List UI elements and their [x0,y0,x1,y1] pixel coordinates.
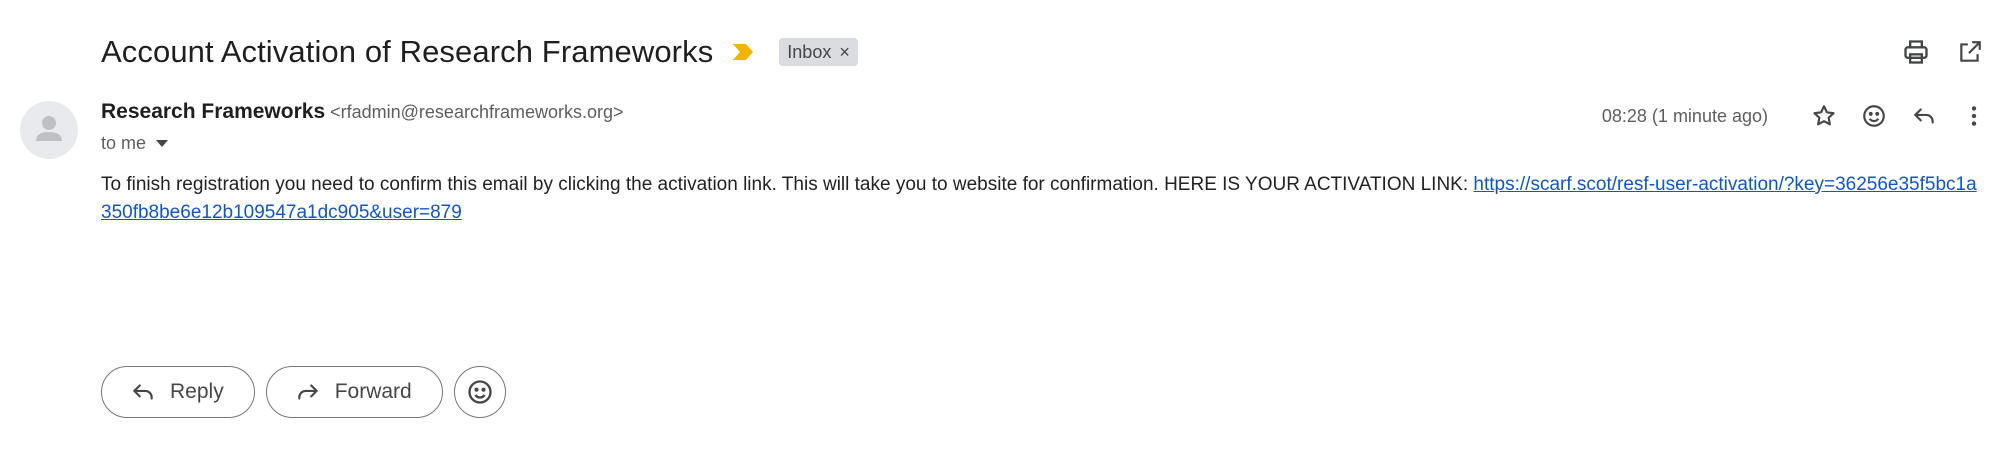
importance-marker-icon[interactable] [731,41,757,63]
reply-icon [133,384,153,400]
sender-email: <rfadmin@researchframeworks.org> [330,102,624,122]
label-chip-inbox[interactable]: Inbox × [779,38,858,66]
emoji-reaction-button[interactable] [453,366,506,418]
email-subject: Account Activation of Research Framework… [101,34,714,69]
subject-row: Account Activation of Research Framework… [101,30,858,74]
label-chip-text: Inbox [787,41,832,62]
sender-name[interactable]: Research Frameworks [101,100,325,124]
message-body-text: To finish registration you need to confi… [101,174,1474,195]
sender-row: Research Frameworks <rfadmin@researchfra… [101,100,624,124]
emoji-icon [468,380,492,404]
emoji-reaction-icon[interactable] [1858,100,1890,132]
recipient-text: to me [101,133,147,153]
forward-icon [297,384,318,400]
star-icon[interactable] [1808,100,1840,132]
forward-button[interactable]: Forward [265,366,443,418]
thread-actions [1900,36,1986,68]
reply-icon[interactable] [1908,100,1940,132]
print-icon[interactable] [1900,36,1932,68]
forward-button-label: Forward [334,380,412,403]
message-timestamp: 08:28 (1 minute ago) [1601,105,1768,126]
message-body: To finish registration you need to confi… [101,171,1981,227]
more-vert-icon[interactable] [1958,100,1990,132]
remove-label-icon[interactable]: × [839,42,850,63]
open-in-new-window-icon[interactable] [1954,36,1986,68]
message-meta: 08:28 (1 minute ago) [1602,96,1990,136]
recipient-details-toggle[interactable]: to me [101,133,169,154]
reply-button[interactable]: Reply [101,366,255,418]
chevron-down-icon [156,140,169,147]
reply-button-label: Reply [170,380,224,403]
reply-bar: Reply Forward [101,366,506,418]
sender-avatar[interactable] [20,101,78,159]
